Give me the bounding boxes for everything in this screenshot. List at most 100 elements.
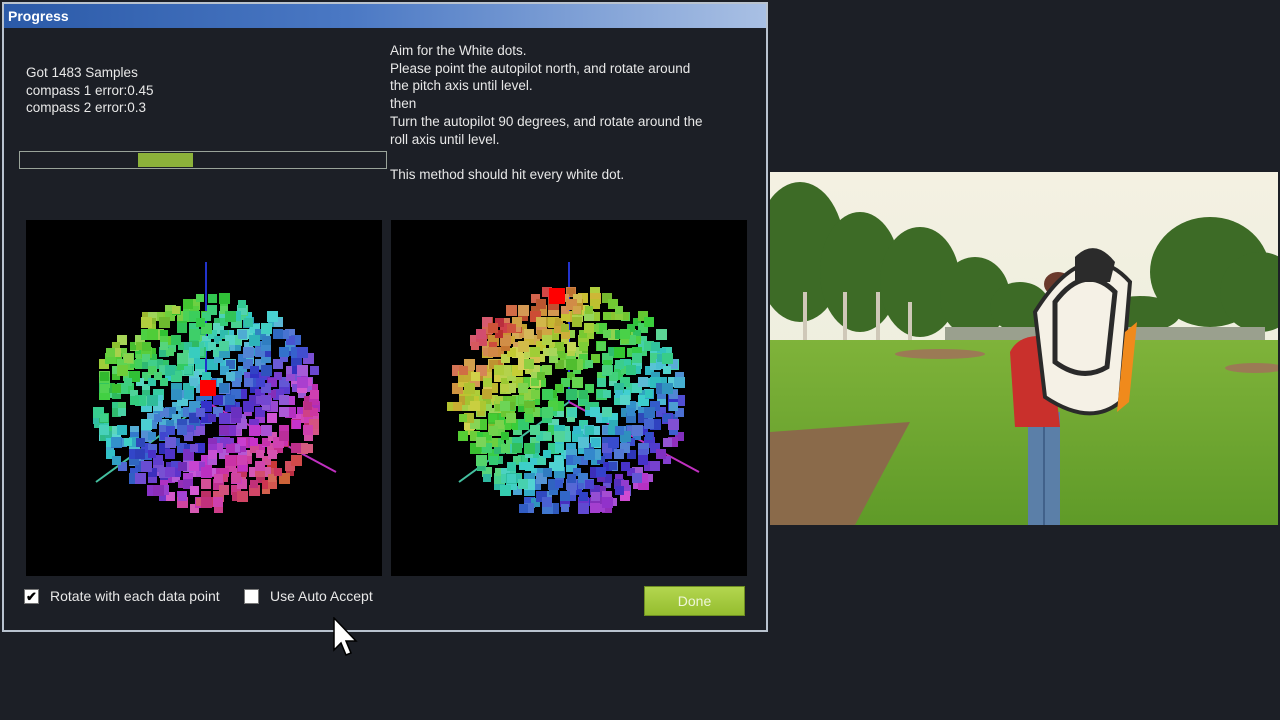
sample-point <box>279 407 289 417</box>
sample-point <box>256 396 264 404</box>
sample-point <box>524 329 534 339</box>
instruction-line: the pitch axis until level. <box>390 78 533 94</box>
sample-point <box>536 299 546 309</box>
sample-point <box>261 425 272 436</box>
auto-accept-checkbox[interactable]: Use Auto Accept <box>244 588 373 604</box>
sample-point <box>464 383 475 394</box>
progress-window: Progress Got 1483 Samples compass 1 erro… <box>2 2 768 632</box>
sample-point <box>507 324 516 333</box>
sample-point <box>531 390 540 399</box>
sample-point <box>208 450 217 459</box>
instruction-line: then <box>390 96 417 112</box>
sample-point <box>219 413 230 424</box>
rotate-checkbox[interactable]: ✔ Rotate with each data point <box>24 588 220 604</box>
sample-point <box>297 365 308 376</box>
instruction-line: roll axis until level. <box>390 131 500 147</box>
sphere-plot <box>447 262 700 514</box>
sample-point <box>578 503 589 514</box>
sample-point <box>620 329 630 339</box>
sample-point <box>256 378 265 387</box>
sample-point <box>279 347 289 357</box>
sample-point <box>470 401 480 411</box>
compass2-sphere-view[interactable] <box>391 220 747 576</box>
instruction-line: Aim for the White dots. <box>390 43 527 58</box>
sample-point <box>250 480 258 488</box>
sample-point <box>579 342 588 351</box>
sample-point <box>244 318 253 327</box>
checkbox-box[interactable]: ✔ <box>24 588 39 604</box>
sample-point <box>238 300 246 308</box>
sample-point <box>519 504 528 513</box>
sample-point <box>106 348 115 357</box>
sample-point <box>135 473 146 484</box>
sample-point <box>147 395 158 406</box>
compass1-error: compass 1 error:0.45 <box>26 82 154 98</box>
sample-point <box>453 402 462 411</box>
sample-point <box>483 474 491 482</box>
sample-point <box>291 455 302 466</box>
sample-point <box>482 389 492 399</box>
checkbox-box[interactable] <box>244 588 259 604</box>
sample-point <box>542 389 553 400</box>
sample-point <box>530 425 540 435</box>
sample-point <box>585 360 593 368</box>
sample-point <box>566 389 577 400</box>
sample-point <box>274 468 282 476</box>
sample-point <box>141 419 152 430</box>
sample-point <box>471 372 480 381</box>
sample-point <box>172 306 180 314</box>
sphere-plot <box>93 262 337 513</box>
sample-point <box>171 389 182 400</box>
sample-point <box>573 456 581 464</box>
sample-point <box>500 401 510 411</box>
sample-point <box>196 294 204 302</box>
sample-point <box>249 425 260 436</box>
sample-point <box>279 431 289 441</box>
auto-accept-label: Use Auto Accept <box>270 588 373 604</box>
sample-point <box>219 485 229 495</box>
sample-point <box>543 432 551 440</box>
sample-point <box>219 293 230 304</box>
sample-point <box>292 420 301 429</box>
sample-point <box>501 444 510 453</box>
sample-point <box>147 329 158 340</box>
sample-point <box>549 348 557 356</box>
sample-point <box>638 377 648 387</box>
sample-point <box>555 444 564 453</box>
sample-point <box>165 449 175 459</box>
sample-point <box>219 425 229 435</box>
sample-point <box>476 455 487 466</box>
sample-point <box>160 342 168 350</box>
sample-point <box>590 503 600 513</box>
sample-point <box>303 425 313 435</box>
sample-point <box>231 473 241 483</box>
sample-point <box>518 305 529 316</box>
sample-point <box>602 407 612 417</box>
sample-point <box>250 438 258 446</box>
title-bar[interactable]: Progress <box>4 4 766 28</box>
sample-point <box>213 497 223 507</box>
sample-point <box>554 461 564 471</box>
sample-point <box>214 474 223 483</box>
sample-point <box>663 366 671 374</box>
sample-point <box>184 390 193 399</box>
sample-point <box>525 414 533 422</box>
sample-point <box>178 492 187 501</box>
sample-point <box>644 419 654 429</box>
sample-point <box>561 324 569 332</box>
sample-point <box>662 383 673 394</box>
sample-point <box>507 462 516 471</box>
sample-point <box>585 480 594 489</box>
sample-point <box>154 372 162 380</box>
sample-point <box>512 443 522 453</box>
calibration-stats: Got 1483 Samples compass 1 error:0.45 co… <box>26 64 154 117</box>
done-button[interactable]: Done <box>644 586 745 616</box>
sample-point <box>615 426 624 435</box>
sample-point <box>506 305 517 316</box>
sample-point <box>494 365 504 375</box>
park-scene-image <box>770 172 1278 525</box>
sample-point <box>537 372 545 380</box>
sample-point <box>488 347 498 357</box>
compass1-sphere-view[interactable] <box>26 220 382 576</box>
sample-point <box>148 432 156 440</box>
